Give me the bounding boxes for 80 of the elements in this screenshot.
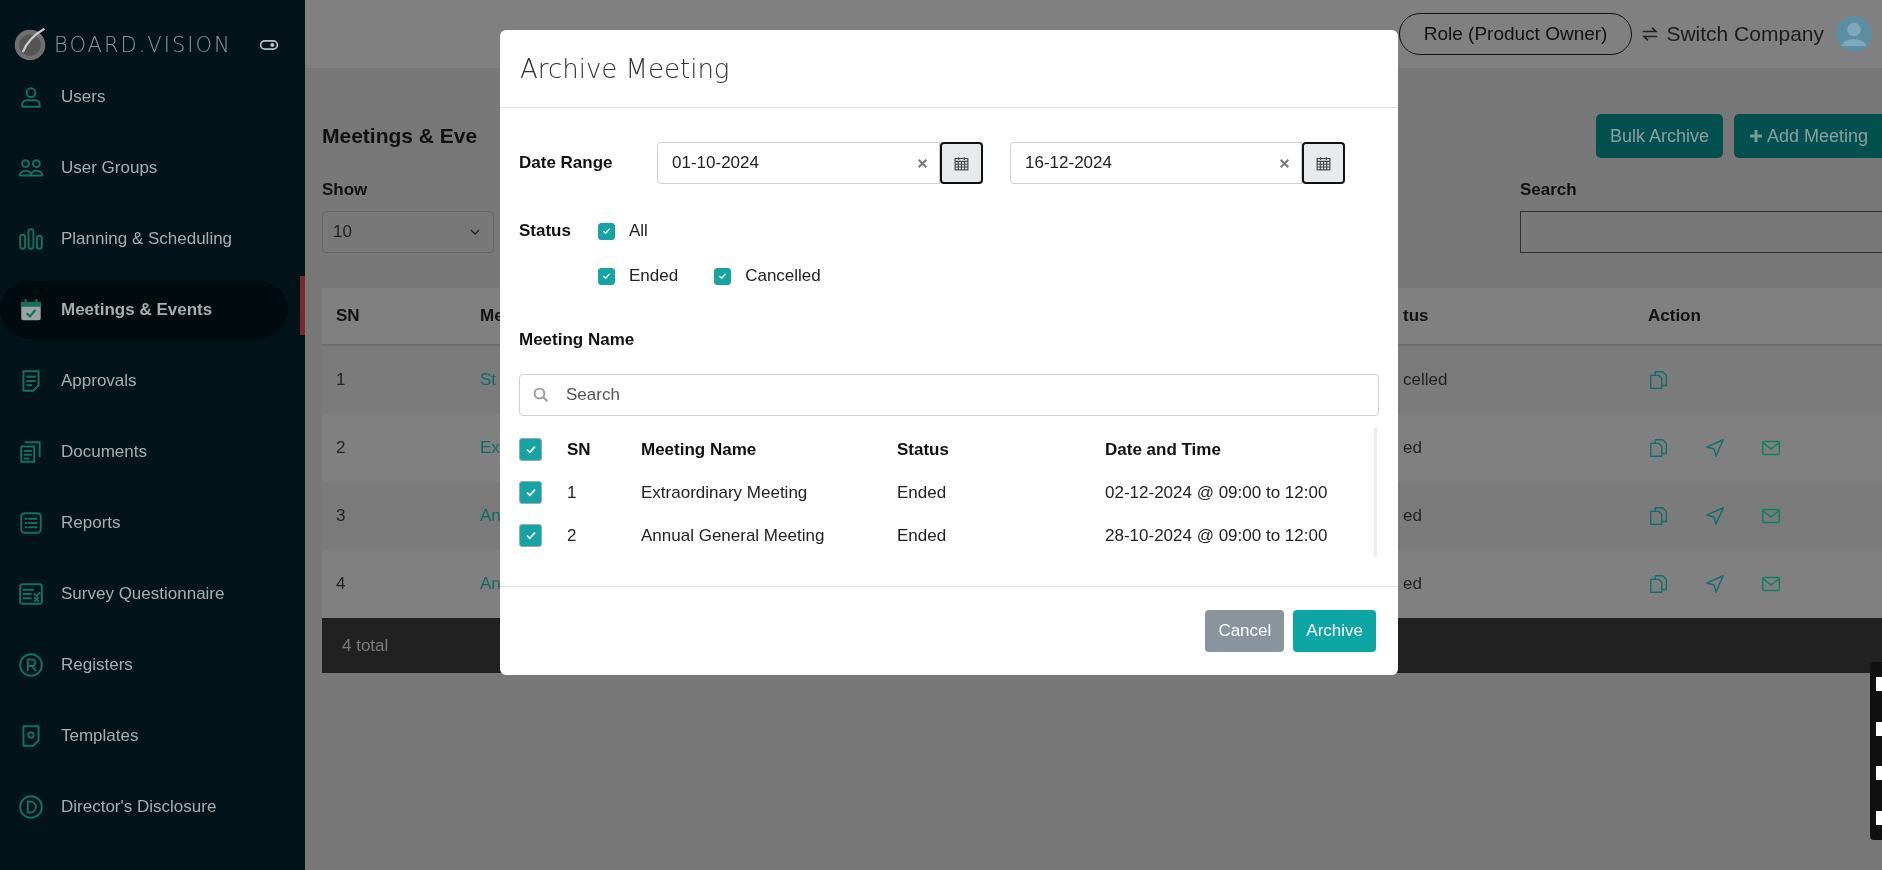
column-header: Status: [897, 439, 950, 460]
sidebar-item[interactable]: Meetings & Events: [0, 281, 288, 339]
d-circle-icon: [18, 794, 44, 820]
table-cell: 02-12-2024 @ 09:00 to 12:00: [1105, 482, 1328, 503]
sidebar-item[interactable]: Reports: [0, 494, 288, 552]
column-header: Meeting Name: [641, 439, 758, 460]
checkbox-label: Cancelled: [745, 266, 821, 286]
registered-icon: [18, 652, 44, 678]
copy-icon[interactable]: [1648, 437, 1670, 459]
checkbox[interactable]: [519, 481, 542, 504]
show-label: Show: [322, 180, 369, 200]
user-icon: [18, 84, 44, 110]
checklist-icon: [18, 581, 44, 607]
table-cell-text: ed: [1402, 574, 1423, 594]
clear-icon[interactable]: [916, 156, 929, 170]
calendar-check-icon: [18, 297, 44, 323]
calendar-icon: [953, 154, 970, 172]
sidebar-item[interactable]: Survey Questionnaire: [0, 565, 288, 623]
copy-icon[interactable]: [1648, 573, 1670, 595]
logo-icon: [12, 27, 48, 63]
column-header: tus: [1402, 306, 1430, 326]
avatar[interactable]: [1836, 16, 1872, 52]
field-label: Status: [519, 221, 572, 241]
sidebar-item[interactable]: Users: [0, 68, 288, 126]
checkbox[interactable]: [519, 524, 542, 547]
sidebar-item[interactable]: User Groups: [0, 139, 288, 197]
sidebar-item[interactable]: Approvals: [0, 352, 288, 410]
checkbox[interactable]: [598, 267, 615, 285]
sidebar-item[interactable]: Registers: [0, 636, 288, 694]
page-title: Meetings & Eve: [322, 124, 478, 148]
search-field[interactable]: [1520, 211, 1882, 253]
field-label: Meeting Name: [519, 330, 636, 350]
table-cell-text: ed: [1402, 438, 1423, 458]
table-cell-text: 2: [335, 438, 347, 458]
calendar-icon: [1315, 154, 1332, 172]
send-icon[interactable]: [1704, 573, 1726, 595]
table-cell-text: Ended: [897, 482, 948, 503]
checkbox[interactable]: [714, 267, 732, 285]
checkbox[interactable]: [519, 438, 542, 461]
table-cell-text: Annual General Meeting: [641, 525, 826, 546]
bar-chart-icon: [18, 226, 44, 252]
sidebar-item[interactable]: Templates: [0, 707, 288, 765]
list-icon: [18, 510, 44, 536]
send-icon[interactable]: [1704, 437, 1726, 459]
table-cell-text: 4: [335, 574, 347, 594]
table-cell-text: 1: [335, 370, 347, 390]
checkbox[interactable]: [598, 222, 615, 240]
table-cell-text: Ended: [897, 525, 948, 546]
calendar-button[interactable]: [940, 142, 983, 184]
sidebar-item[interactable]: Documents: [0, 423, 288, 481]
search-label: Search: [1520, 180, 1578, 200]
page-size-select[interactable]: 10: [322, 211, 494, 253]
table-cell-text: 1: [567, 482, 578, 503]
side-toolbar[interactable]: [1870, 662, 1882, 840]
column-header: SN: [335, 306, 361, 326]
logo: BOARD.VISION: [54, 33, 232, 57]
table-cell-text: celled: [1402, 370, 1449, 390]
date-field[interactable]: 01-10-2024: [657, 142, 940, 184]
sidebar-item[interactable]: Director's Disclosure: [0, 778, 288, 836]
column-header: SN: [567, 439, 592, 460]
documents-icon: [18, 439, 44, 465]
table-cell: 28-10-2024 @ 09:00 to 12:00: [1105, 525, 1328, 546]
field-label: Date Range: [519, 153, 614, 173]
checkbox-label: All: [629, 221, 648, 241]
switch-company-link[interactable]: Switch Company: [1640, 22, 1824, 46]
table-cell-text: 3: [335, 506, 347, 526]
column-header: Date and Time: [1105, 439, 1221, 460]
active-indicator: [300, 276, 305, 335]
checkbox-label: Ended: [629, 266, 679, 286]
calendar-button[interactable]: [1302, 142, 1345, 184]
date-field[interactable]: 16-12-2024: [1010, 142, 1302, 184]
table-cell-text: ed: [1402, 506, 1423, 526]
table-cell-text: 2: [567, 525, 578, 546]
plus-icon: [1747, 128, 1764, 144]
table-cell-text: Extraordinary Meeting: [641, 482, 809, 503]
clear-icon[interactable]: [1278, 156, 1291, 170]
sidebar-item[interactable]: Planning & Scheduling: [0, 210, 288, 268]
modal-title: Archive Meeting: [500, 30, 1398, 108]
column-header: Action: [1647, 306, 1702, 326]
search-icon: [532, 386, 550, 404]
